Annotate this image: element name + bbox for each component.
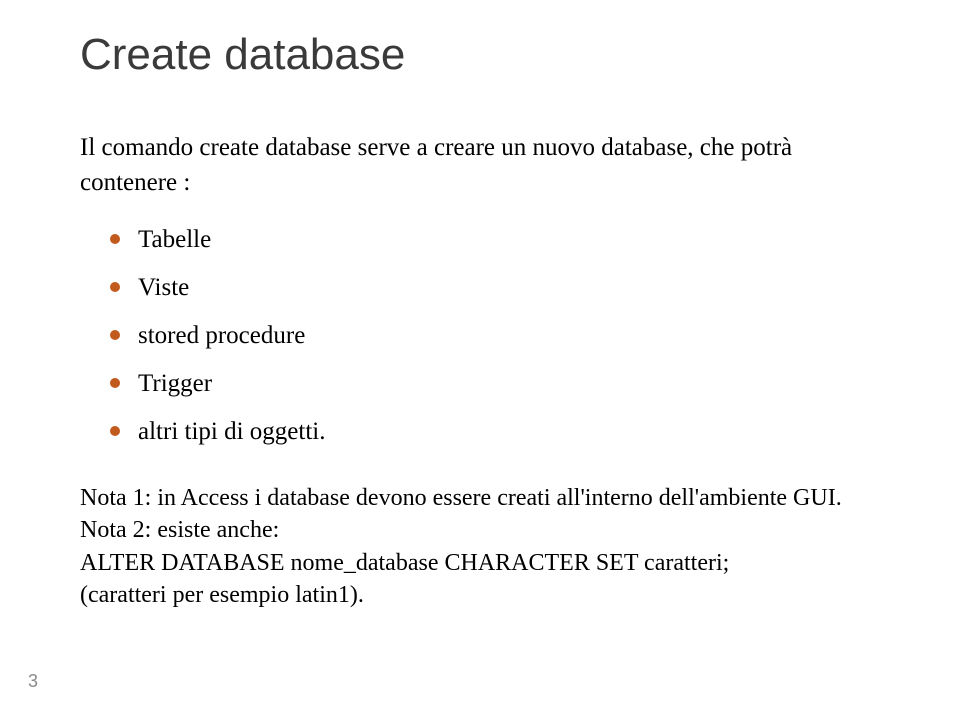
list-item: Tabelle (110, 220, 890, 260)
list-item: Trigger (110, 364, 890, 404)
list-item: stored procedure (110, 316, 890, 356)
intro-paragraph: Il comando create database serve a crear… (80, 130, 890, 200)
note-line: Nota 1: in Access i database devono esse… (80, 482, 890, 514)
list-item: Viste (110, 268, 890, 308)
notes-block: Nota 1: in Access i database devono esse… (80, 482, 890, 612)
slide-container: Create database Il comando create databa… (0, 0, 960, 714)
slide-title: Create database (80, 30, 890, 80)
list-item: altri tipi di oggetti. (110, 412, 890, 452)
note-line: ALTER DATABASE nome_database CHARACTER S… (80, 547, 890, 579)
bullet-list: Tabelle Viste stored procedure Trigger a… (110, 220, 890, 452)
note-line: Nota 2: esiste anche: (80, 514, 890, 546)
page-number: 3 (28, 671, 38, 692)
note-line: (caratteri per esempio latin1). (80, 579, 890, 611)
